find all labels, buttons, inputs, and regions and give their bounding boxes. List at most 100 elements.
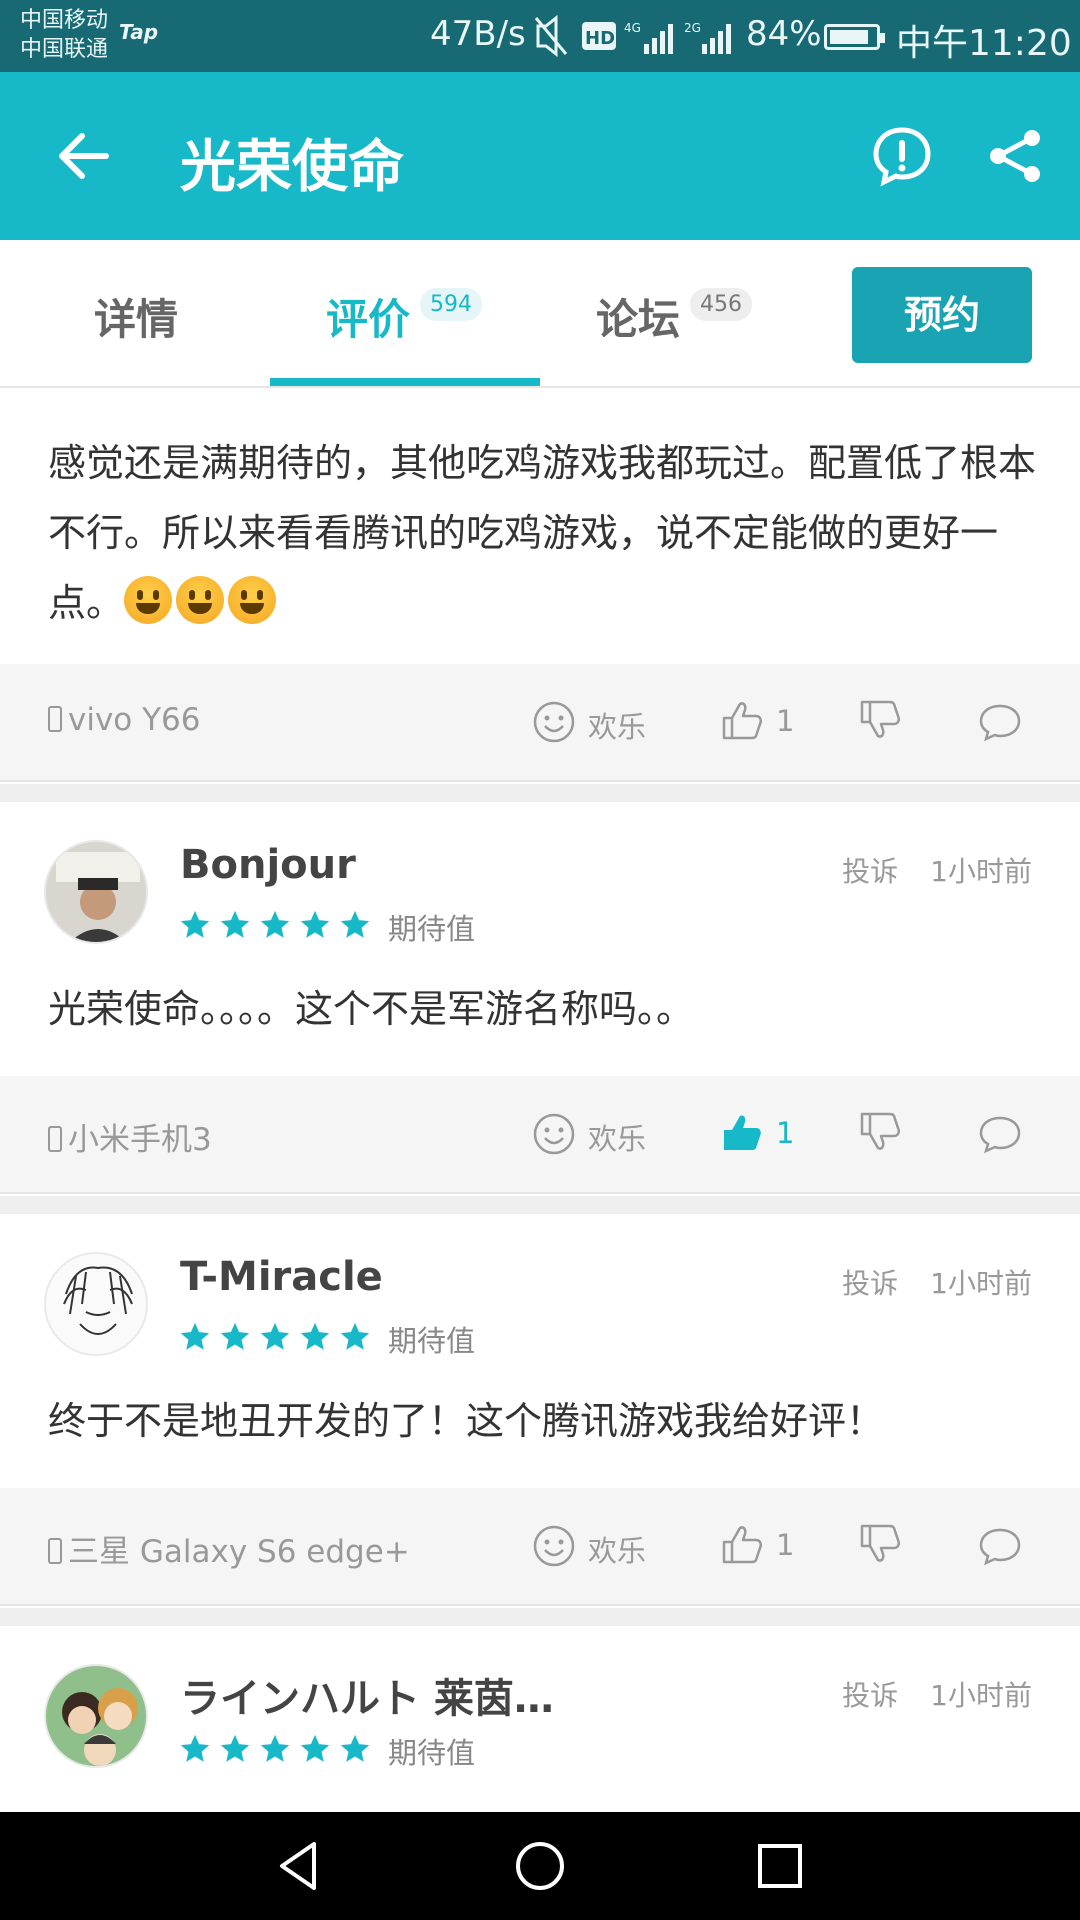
star-icon bbox=[340, 1322, 370, 1350]
review-meta: 投诉 1小时前 bbox=[842, 1262, 1032, 1302]
timestamp: 1小时前 bbox=[930, 855, 1032, 888]
device-name: 三星 Galaxy S6 edge+ bbox=[68, 1534, 410, 1570]
review-body: 光荣使命。。。。这个不是军游名称吗。。 bbox=[48, 987, 695, 1031]
thumbs-up-filled-icon bbox=[724, 1115, 761, 1150]
thumbs-down-icon[interactable] bbox=[858, 1522, 902, 1566]
avatar[interactable] bbox=[44, 1252, 148, 1356]
home-circle-icon[interactable] bbox=[508, 1834, 572, 1898]
mood-label: 欢乐 bbox=[588, 1534, 647, 1568]
svg-text:2G: 2G bbox=[684, 21, 701, 35]
report-link[interactable]: 投诉 bbox=[842, 1267, 898, 1300]
carrier-1: 中国移动 bbox=[20, 8, 109, 33]
tab-forum-label: 论坛 bbox=[596, 295, 681, 344]
thumbs-down-icon[interactable] bbox=[858, 1110, 902, 1154]
reserve-button[interactable]: 预约 bbox=[852, 267, 1032, 363]
star-icon bbox=[220, 1322, 250, 1350]
battery-percent: 84% bbox=[746, 14, 822, 54]
comment-icon[interactable] bbox=[978, 702, 1022, 742]
device-label: 三星 Galaxy S6 edge+ bbox=[48, 1526, 410, 1571]
tab-details[interactable]: 详情 bbox=[0, 240, 270, 386]
mood-label: 欢乐 bbox=[588, 710, 647, 744]
smile-emoji-icon bbox=[124, 576, 173, 624]
smiley-icon bbox=[533, 1525, 575, 1567]
star-icon bbox=[300, 1322, 330, 1350]
comment-icon[interactable] bbox=[978, 1526, 1022, 1566]
tab-reviews-label: 评价 bbox=[326, 295, 411, 344]
like-count: 1 bbox=[776, 1116, 795, 1150]
rating-label: 期待值 bbox=[388, 1324, 476, 1358]
star-icon bbox=[180, 910, 210, 938]
separator bbox=[0, 1608, 1080, 1626]
avatar[interactable] bbox=[44, 840, 148, 944]
separator bbox=[0, 784, 1080, 802]
timestamp: 1小时前 bbox=[930, 1679, 1032, 1712]
star-icon bbox=[340, 910, 370, 938]
report-link[interactable]: 投诉 bbox=[842, 855, 898, 888]
report-link[interactable]: 投诉 bbox=[842, 1679, 898, 1712]
carrier-2: 中国联通 bbox=[20, 37, 109, 62]
username[interactable]: T-Miracle bbox=[180, 1254, 383, 1300]
tab-reviews-count: 594 bbox=[420, 288, 482, 321]
star-icon bbox=[300, 910, 330, 938]
tab-forum[interactable]: 论坛 456 bbox=[540, 240, 810, 386]
taptap-badge: Tap bbox=[119, 20, 159, 44]
rating-label: 期待值 bbox=[388, 1736, 476, 1770]
device-name: 小米手机3 bbox=[68, 1122, 212, 1158]
timestamp: 1小时前 bbox=[930, 1267, 1032, 1300]
battery-icon bbox=[824, 24, 885, 50]
review-list[interactable]: 感觉还是满期待的，其他吃鸡游戏我都玩过。配置低了根本不行。所以来看看腾讯的吃鸡游… bbox=[0, 388, 1080, 1812]
carrier-names: 中国移动 中国联通 bbox=[20, 6, 108, 64]
rating-label: 期待值 bbox=[388, 912, 476, 946]
mood-label: 欢乐 bbox=[588, 1122, 647, 1156]
comment-icon[interactable] bbox=[978, 1114, 1022, 1154]
smile-emoji-icon bbox=[228, 576, 277, 624]
report-icon[interactable] bbox=[870, 124, 934, 188]
phone-icon bbox=[48, 706, 62, 732]
thumbs-up-icon bbox=[722, 702, 763, 740]
status-bar: 中国移动 中国联通 Tap 47B/s HD 4G 2G 84% 中午11:20 bbox=[0, 0, 1080, 72]
star-icon bbox=[180, 1734, 210, 1762]
star-icon bbox=[220, 910, 250, 938]
device-name: vivo Y66 bbox=[68, 702, 201, 738]
tab-indicator bbox=[270, 378, 540, 386]
separator bbox=[0, 1196, 1080, 1214]
svg-text:4G: 4G bbox=[624, 21, 641, 35]
star-icon bbox=[260, 910, 290, 938]
share-icon[interactable] bbox=[984, 124, 1048, 188]
device-label: 小米手机3 bbox=[48, 1114, 212, 1159]
review-action-bar: vivo Y66 欢乐 1 bbox=[0, 664, 1080, 782]
star-icon bbox=[180, 1322, 210, 1350]
star-icon bbox=[260, 1322, 290, 1350]
svg-text:HD: HD bbox=[585, 28, 615, 49]
review-text: 感觉还是满期待的，其他吃鸡游戏我都玩过。配置低了根本不行。所以来看看腾讯的吃鸡游… bbox=[48, 428, 1038, 638]
star-icon bbox=[340, 1734, 370, 1762]
smiley-icon bbox=[533, 1113, 575, 1155]
star-icon bbox=[260, 1734, 290, 1762]
back-arrow-icon[interactable] bbox=[52, 124, 116, 188]
star-rating bbox=[178, 908, 378, 944]
review-action-bar: 三星 Galaxy S6 edge+ 欢乐 1 bbox=[0, 1488, 1080, 1606]
like-count: 1 bbox=[776, 1528, 795, 1562]
star-icon bbox=[300, 1734, 330, 1762]
username[interactable]: Bonjour bbox=[180, 842, 356, 888]
star-rating bbox=[178, 1732, 378, 1768]
navigation-bar bbox=[0, 1812, 1080, 1920]
avatar[interactable] bbox=[44, 1664, 148, 1768]
phone-icon bbox=[48, 1538, 62, 1564]
thumbs-down-icon[interactable] bbox=[858, 698, 902, 742]
review-action-bar: 小米手机3 欢乐 1 bbox=[0, 1076, 1080, 1194]
username[interactable]: ラインハルト 莱茵… bbox=[180, 1666, 554, 1724]
page-title: 光荣使命 bbox=[180, 135, 404, 200]
star-icon bbox=[220, 1734, 250, 1762]
app-bar: 光荣使命 bbox=[0, 72, 1080, 240]
thumbs-up-icon bbox=[722, 1526, 763, 1564]
tab-forum-count: 456 bbox=[690, 288, 752, 321]
star-rating bbox=[178, 1320, 378, 1356]
tab-details-label: 详情 bbox=[94, 295, 179, 344]
recents-square-icon[interactable] bbox=[748, 1834, 812, 1898]
tab-reviews[interactable]: 评价 594 bbox=[270, 240, 540, 386]
review-body: 终于不是地丑开发的了！这个腾讯游戏我给好评！ bbox=[48, 1399, 885, 1443]
smiley-icon bbox=[533, 701, 575, 743]
back-triangle-icon[interactable] bbox=[268, 1834, 332, 1898]
device-label: vivo Y66 bbox=[48, 702, 201, 738]
